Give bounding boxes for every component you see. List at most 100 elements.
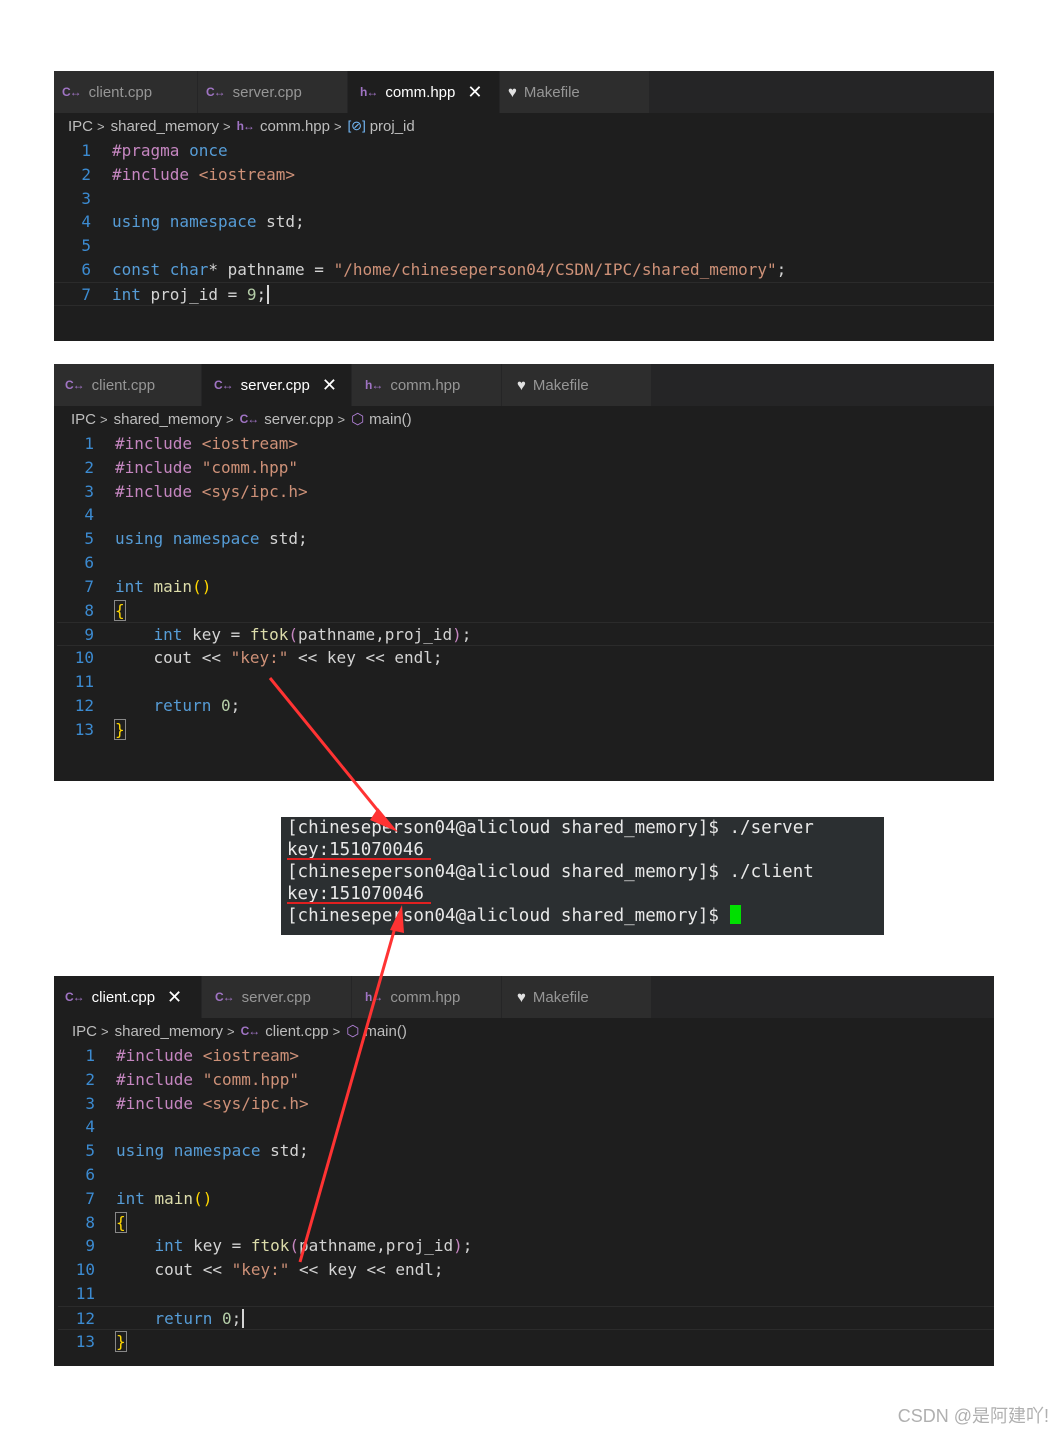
tab-server-cpp[interactable]: C↔ server.cpp ✕ <box>202 364 352 406</box>
tab-label: client.cpp <box>88 83 153 101</box>
tab-bar: C↔ client.cpp C↔ server.cpp ✕ h↔ comm.hp… <box>54 364 994 406</box>
tab-label: Makefile <box>532 988 589 1006</box>
red-underline <box>287 858 431 860</box>
terminal-line: [chineseperson04@alicloud shared_memory]… <box>287 862 814 882</box>
line-number: 9 <box>85 1236 95 1256</box>
line-number: 11 <box>75 1283 95 1303</box>
breadcrumb-item[interactable]: IPC <box>72 1023 97 1040</box>
chevron-right-icon: > <box>332 1023 341 1039</box>
breadcrumb-item[interactable]: client.cpp <box>265 1023 328 1040</box>
line-number: 11 <box>74 671 94 691</box>
tab-client-cpp[interactable]: C↔ client.cpp <box>54 71 198 113</box>
line-number: 1 <box>81 141 91 160</box>
tab-makefile[interactable]: ♥ Makefile <box>502 364 652 406</box>
chevron-right-icon: > <box>227 1023 235 1039</box>
chevron-right-icon: > <box>337 411 346 427</box>
breadcrumb-item[interactable]: comm.hpp <box>260 118 330 135</box>
terminal-line: key:151070046 <box>287 883 884 905</box>
line-number: 2 <box>85 1069 95 1089</box>
tab-client-cpp[interactable]: C↔ client.cpp ✕ <box>54 976 202 1018</box>
line-number: 4 <box>85 1117 95 1137</box>
line-number: 10 <box>75 1260 95 1280</box>
line-number: 8 <box>85 1212 95 1232</box>
makefile-icon: ♥ <box>517 988 526 1006</box>
editor-server-cpp: C↔ client.cpp C↔ server.cpp ✕ h↔ comm.hp… <box>54 364 994 781</box>
cpp-file-icon: C↔ <box>239 412 260 426</box>
breadcrumb-item[interactable]: main() <box>369 411 412 428</box>
terminal-line: key:151070046 <box>287 839 884 861</box>
tab-comm-hpp[interactable]: h↔ comm.hpp <box>352 976 502 1018</box>
close-icon[interactable]: ✕ <box>467 82 482 103</box>
tab-bar: C↔ client.cpp ✕ C↔ server.cpp h↔ comm.hp… <box>54 976 994 1018</box>
cpp-file-icon: C↔ <box>65 990 85 1004</box>
line-number: 1 <box>85 1046 95 1065</box>
breadcrumb-item[interactable]: shared_memory <box>111 118 219 135</box>
line-number: 7 <box>84 576 94 596</box>
line-number: 12 <box>74 695 94 715</box>
breadcrumb: IPC > shared_memory > C↔ server.cpp > ⬡ main(… <box>54 406 994 432</box>
breadcrumb-item[interactable]: main() <box>364 1023 407 1040</box>
line-number: 3 <box>81 188 91 208</box>
breadcrumb: IPC > shared_memory > h↔ comm.hpp > [⊘] proj_… <box>54 113 994 139</box>
line-number: 7 <box>85 1188 95 1208</box>
breadcrumb-item[interactable]: IPC <box>71 411 96 428</box>
tab-server-cpp[interactable]: C↔ server.cpp <box>202 976 352 1018</box>
code-area[interactable]: 1 #include <iostream> 2 #include "comm.hpp… <box>57 432 994 741</box>
hpp-file-icon: h↔ <box>365 378 383 392</box>
tab-label: Makefile <box>532 376 589 394</box>
chevron-right-icon: > <box>226 411 234 427</box>
tab-label: comm.hpp <box>390 988 461 1006</box>
breadcrumb-item[interactable]: IPC <box>68 118 93 135</box>
tab-comm-hpp[interactable]: h↔ comm.hpp ✕ <box>348 71 500 113</box>
tab-makefile[interactable]: ♥ Makefile <box>500 71 650 113</box>
line-number: 5 <box>81 236 91 256</box>
line-number: 3 <box>85 1093 95 1113</box>
tab-client-cpp[interactable]: C↔ client.cpp <box>54 364 202 406</box>
cpp-file-icon: C↔ <box>65 378 85 392</box>
makefile-icon: ♥ <box>517 376 526 394</box>
terminal-line: [chineseperson04@alicloud shared_memory]… <box>287 905 884 927</box>
watermark: CSDN @是阿建吖! <box>897 1406 1049 1426</box>
tab-makefile[interactable]: ♥ Makefile <box>502 976 652 1018</box>
code-area[interactable]: 1 #pragma once 2 #include <iostream> 3 4 us… <box>54 139 994 306</box>
line-number: 5 <box>85 1141 95 1161</box>
line-number: 3 <box>84 481 94 501</box>
terminal-line: [chineseperson04@alicloud shared_memory]… <box>287 818 814 838</box>
hpp-file-icon: h↔ <box>236 119 255 133</box>
code-area[interactable]: 1 #include <iostream> 2 #include "comm.hpp… <box>58 1044 994 1353</box>
chevron-right-icon: > <box>100 411 108 427</box>
cpp-file-icon: C↔ <box>206 85 226 99</box>
line-number: 1 <box>84 434 94 453</box>
cpp-file-icon: C↔ <box>62 85 82 99</box>
tab-bar: C↔ client.cpp C↔ server.cpp h↔ comm.hpp … <box>54 71 994 113</box>
breadcrumb-item[interactable]: proj_id <box>370 118 415 135</box>
chevron-right-icon: > <box>333 118 342 134</box>
line-number: 4 <box>84 505 94 525</box>
chevron-right-icon: > <box>223 118 231 134</box>
hpp-file-icon: h↔ <box>365 990 383 1004</box>
method-cube-icon: ⬡ <box>346 1023 360 1040</box>
tab-label: server.cpp <box>241 988 311 1006</box>
tab-server-cpp[interactable]: C↔ server.cpp <box>198 71 348 113</box>
tab-label: server.cpp <box>240 376 310 394</box>
line-number: 13 <box>74 719 94 739</box>
breadcrumb: IPC > shared_memory > C↔ client.cpp > ⬡ main(… <box>54 1018 994 1044</box>
close-icon[interactable]: ✕ <box>167 987 182 1008</box>
line-number: 4 <box>81 212 91 232</box>
close-icon[interactable]: ✕ <box>322 375 337 396</box>
tab-label: server.cpp <box>232 83 302 101</box>
breadcrumb-item[interactable]: shared_memory <box>114 411 222 428</box>
line-number: 6 <box>81 259 91 279</box>
tab-comm-hpp[interactable]: h↔ comm.hpp <box>352 364 502 406</box>
line-number: 10 <box>74 648 94 668</box>
terminal-output[interactable]: [chineseperson04@alicloud shared_memory]… <box>281 817 884 935</box>
line-number: 6 <box>85 1164 95 1184</box>
line-number: 13 <box>75 1331 95 1351</box>
tab-label: comm.hpp <box>390 376 461 394</box>
breadcrumb-item[interactable]: server.cpp <box>264 411 333 428</box>
line-number: 2 <box>84 457 94 477</box>
breadcrumb-item[interactable]: shared_memory <box>115 1023 223 1040</box>
cpp-file-icon: C↔ <box>215 990 235 1004</box>
variable-icon: [⊘] <box>347 118 366 133</box>
tab-label: client.cpp <box>91 988 156 1006</box>
